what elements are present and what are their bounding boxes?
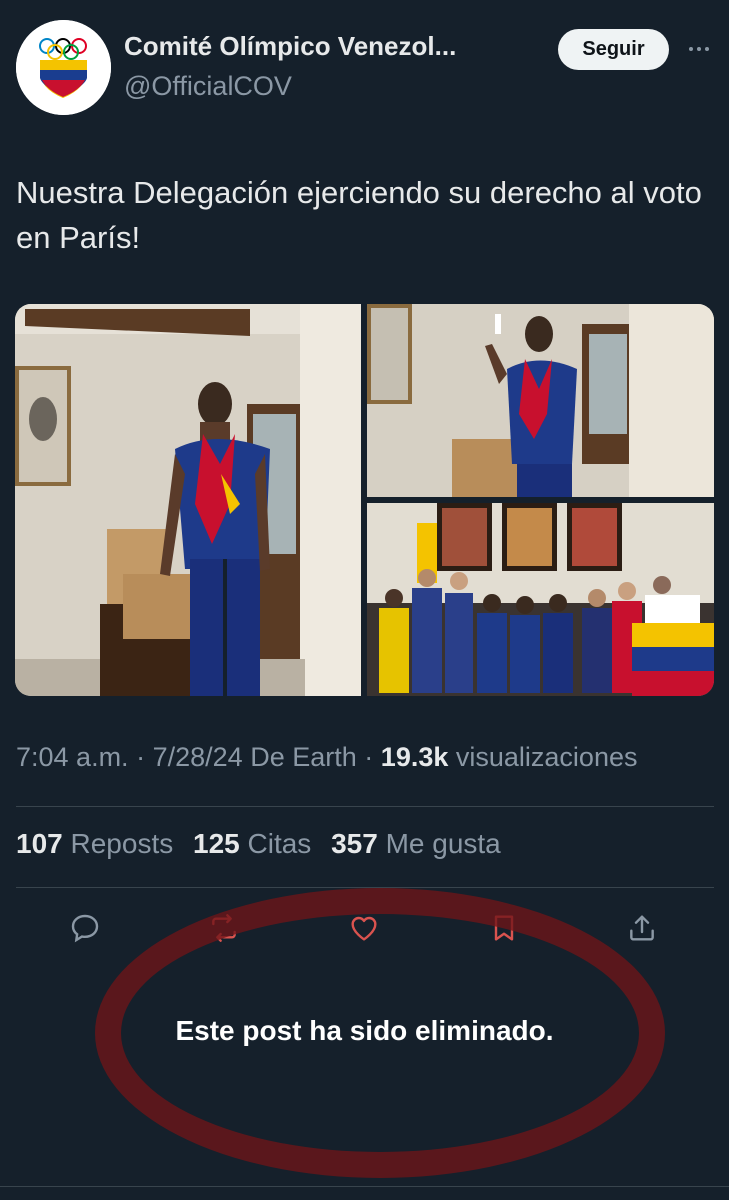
meta-separator: · xyxy=(364,742,374,772)
share-icon[interactable] xyxy=(624,910,660,946)
tweet-date[interactable]: 7/28/24 xyxy=(153,742,243,772)
photo-athlete-holding-ballot[interactable] xyxy=(367,304,714,497)
quotes-stat[interactable]: 125 Citas xyxy=(193,828,311,859)
more-options-icon[interactable] xyxy=(684,37,714,61)
likes-label: Me gusta xyxy=(385,828,501,859)
quotes-label: Citas xyxy=(247,828,312,859)
divider xyxy=(16,806,714,807)
quotes-count: 125 xyxy=(193,828,240,859)
tweet-time[interactable]: 7:04 a.m. xyxy=(16,742,129,772)
likes-stat[interactable]: 357 Me gusta xyxy=(331,828,501,859)
tweet-source: De Earth xyxy=(250,742,357,772)
reply-icon[interactable] xyxy=(67,910,103,946)
follow-button[interactable]: Seguir xyxy=(558,29,669,70)
deleted-post-message: Este post ha sido eliminado. xyxy=(175,1015,554,1046)
account-handle[interactable]: @OfficialCOV xyxy=(124,71,292,102)
account-avatar[interactable] xyxy=(16,20,111,115)
photo-delegation-group[interactable] xyxy=(367,503,714,696)
views-label: visualizaciones xyxy=(455,742,638,772)
engagement-stats: 107 Reposts 125 Citas 357 Me gusta xyxy=(16,828,513,860)
tweet-text: Nuestra Delegación ejerciendo su derecho… xyxy=(16,175,702,255)
tweet-meta: 7:04 a.m. · 7/28/24 De Earth · 19.3k vis… xyxy=(16,742,637,773)
media-grid xyxy=(15,304,714,696)
account-name[interactable]: Comité Olímpico Venezol... xyxy=(124,31,456,62)
reposts-label: Reposts xyxy=(70,828,174,859)
likes-count: 357 xyxy=(331,828,378,859)
views-count: 19.3k xyxy=(380,742,449,772)
olympic-committee-logo xyxy=(16,20,111,115)
reposts-stat[interactable]: 107 Reposts xyxy=(16,828,173,859)
divider xyxy=(0,1186,729,1187)
meta-separator: · xyxy=(136,742,146,772)
reposts-count: 107 xyxy=(16,828,63,859)
photo-athlete-at-ballot-box[interactable] xyxy=(15,304,361,696)
